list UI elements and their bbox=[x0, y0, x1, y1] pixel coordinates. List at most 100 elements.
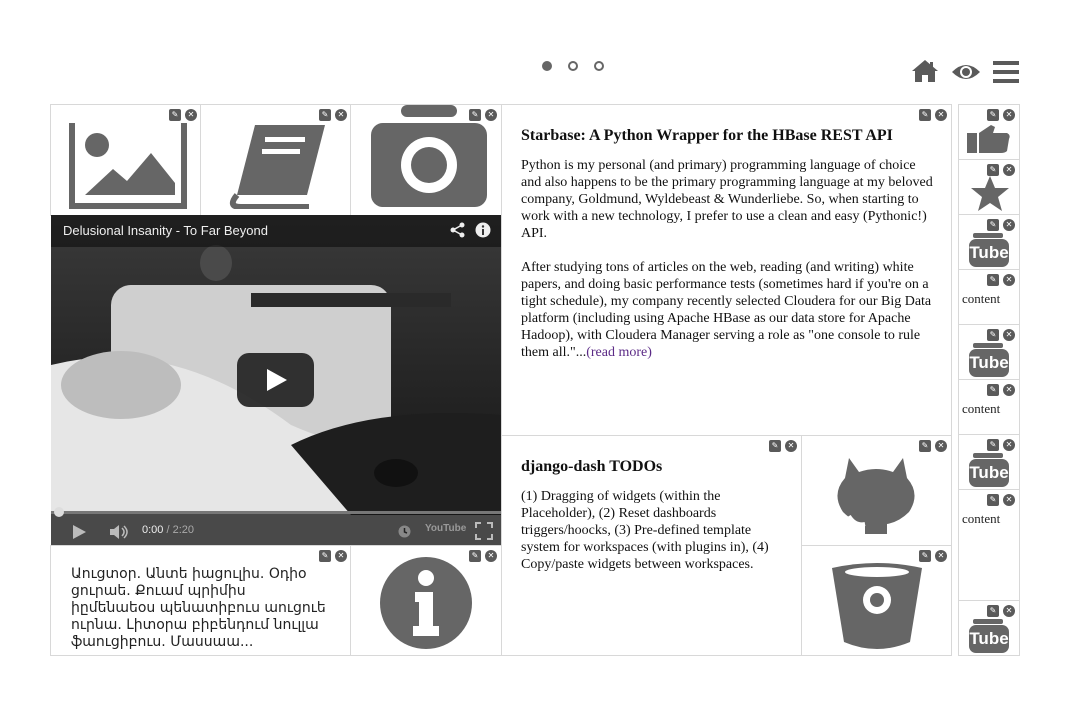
remove-icon[interactable]: ✕ bbox=[1003, 274, 1015, 286]
pager-dot-3[interactable] bbox=[594, 61, 604, 71]
github-icon bbox=[837, 458, 915, 534]
article-body: (1) Dragging of widgets (within the Plac… bbox=[521, 489, 769, 572]
fullscreen-icon[interactable] bbox=[475, 522, 493, 540]
edit-icon[interactable]: ✎ bbox=[987, 219, 999, 231]
remove-icon[interactable]: ✕ bbox=[1003, 439, 1015, 451]
play-button[interactable] bbox=[237, 353, 314, 407]
sidebar-widget-content: ✎ ✕ content bbox=[958, 489, 1020, 601]
star-icon bbox=[971, 176, 1009, 211]
remove-icon[interactable]: ✕ bbox=[785, 440, 797, 452]
edit-icon[interactable]: ✎ bbox=[987, 605, 999, 617]
edit-icon[interactable]: ✎ bbox=[319, 109, 331, 121]
home-icon[interactable] bbox=[911, 58, 939, 89]
pager-dot-2[interactable] bbox=[568, 61, 578, 71]
video-progress-handle[interactable] bbox=[54, 507, 64, 517]
youtube-logo[interactable]: YouTube bbox=[425, 523, 466, 539]
pager-dot-1[interactable] bbox=[542, 61, 552, 71]
youtube-icon: Tube bbox=[969, 343, 1009, 377]
remove-icon[interactable]: ✕ bbox=[1003, 109, 1015, 121]
edit-icon[interactable]: ✎ bbox=[469, 550, 481, 562]
remove-icon[interactable]: ✕ bbox=[335, 550, 347, 562]
sidebar-widget-content: ✎ ✕ content bbox=[958, 379, 1020, 435]
widget-bitbucket: ✎ ✕ bbox=[801, 545, 952, 656]
remove-icon[interactable]: ✕ bbox=[1003, 384, 1015, 396]
edit-icon[interactable]: ✎ bbox=[469, 109, 481, 121]
remove-icon[interactable]: ✕ bbox=[935, 440, 947, 452]
widget-article-todos: ✎ ✕ django-dash TODOs (1) Dragging of wid… bbox=[501, 435, 802, 656]
edit-icon[interactable]: ✎ bbox=[987, 274, 999, 286]
content-label: content bbox=[962, 511, 1001, 526]
edit-icon[interactable]: ✎ bbox=[987, 439, 999, 451]
widget-book: ✎ ✕ bbox=[200, 104, 351, 216]
read-more-link[interactable]: (read more) bbox=[586, 345, 652, 360]
share-icon[interactable] bbox=[450, 222, 466, 238]
widget-article-starbase: ✎ ✕ Starbase: A Python Wrapper for the HB… bbox=[501, 104, 952, 436]
remove-icon[interactable]: ✕ bbox=[1003, 494, 1015, 506]
content-label: content bbox=[962, 401, 1001, 416]
book-icon bbox=[229, 125, 325, 209]
edit-icon[interactable]: ✎ bbox=[169, 109, 181, 121]
article-paragraph-1: Python is my personal (and primary) prog… bbox=[521, 158, 933, 241]
youtube-icon-label: Tube bbox=[969, 625, 1009, 653]
widget-image: ✎ ✕ bbox=[50, 104, 201, 216]
sidebar-widget-youtube: ✎ ✕ Tube bbox=[958, 434, 1020, 490]
edit-icon[interactable]: ✎ bbox=[919, 440, 931, 452]
edit-icon[interactable]: ✎ bbox=[987, 329, 999, 341]
remove-icon[interactable]: ✕ bbox=[485, 109, 497, 121]
remove-icon[interactable]: ✕ bbox=[1003, 329, 1015, 341]
sidebar-widget-youtube: ✎ ✕ Tube bbox=[958, 600, 1020, 656]
video-time-current: 0:00 bbox=[142, 524, 164, 536]
info-circle-icon bbox=[380, 557, 472, 649]
article-paragraph-2: After studying tons of articles on the w… bbox=[521, 259, 933, 361]
remove-icon[interactable]: ✕ bbox=[1003, 605, 1015, 617]
video-time-total: 2:20 bbox=[172, 524, 195, 536]
edit-icon[interactable]: ✎ bbox=[919, 550, 931, 562]
edit-icon[interactable]: ✎ bbox=[987, 384, 999, 396]
youtube-icon: Tube bbox=[969, 453, 1009, 487]
watch-later-icon[interactable] bbox=[398, 525, 411, 538]
edit-icon[interactable]: ✎ bbox=[987, 109, 999, 121]
video-time: 0:00 / 2:20 bbox=[142, 524, 194, 536]
edit-icon[interactable]: ✎ bbox=[769, 440, 781, 452]
youtube-icon-label: Tube bbox=[969, 459, 1009, 487]
sidebar-widget-youtube: ✎ ✕ Tube bbox=[958, 324, 1020, 380]
remove-icon[interactable]: ✕ bbox=[335, 109, 347, 121]
thumbs-up-icon bbox=[967, 125, 1010, 153]
edit-icon[interactable]: ✎ bbox=[319, 550, 331, 562]
info-icon[interactable] bbox=[475, 222, 491, 238]
youtube-icon: Tube bbox=[969, 233, 1009, 267]
content-label: content bbox=[962, 291, 1001, 306]
play-small-icon[interactable] bbox=[71, 524, 87, 540]
youtube-icon: Tube bbox=[969, 619, 1009, 653]
sidebar-widget-thumb: ✎ ✕ bbox=[958, 104, 1020, 160]
remove-icon[interactable]: ✕ bbox=[1003, 219, 1015, 231]
remove-icon[interactable]: ✕ bbox=[1003, 164, 1015, 176]
widget-text: ✎ ✕ Աուցտօր. Անտե իացուլիս. Օդիօ ցուրաե. … bbox=[50, 545, 351, 656]
remove-icon[interactable]: ✕ bbox=[935, 109, 947, 121]
widget-github: ✎ ✕ bbox=[801, 435, 952, 546]
edit-icon[interactable]: ✎ bbox=[919, 109, 931, 121]
video-progress-track[interactable] bbox=[51, 511, 501, 514]
remove-icon[interactable]: ✕ bbox=[935, 550, 947, 562]
article-paragraph-2-text: After studying tons of articles on the w… bbox=[521, 260, 932, 360]
widget-camera: ✎ ✕ bbox=[350, 104, 502, 216]
play-icon bbox=[267, 369, 287, 391]
article-title: django-dash TODOs bbox=[521, 458, 663, 475]
menu-icon[interactable] bbox=[993, 60, 1019, 89]
remove-icon[interactable]: ✕ bbox=[185, 109, 197, 121]
remove-icon[interactable]: ✕ bbox=[485, 550, 497, 562]
youtube-icon-label: Tube bbox=[969, 239, 1009, 267]
widget-info: ✎ ✕ bbox=[350, 545, 502, 656]
video-title[interactable]: Delusional Insanity - To Far Beyond bbox=[63, 223, 268, 238]
eye-icon[interactable] bbox=[951, 60, 981, 89]
image-icon bbox=[69, 123, 187, 209]
video-time-separator: / bbox=[163, 524, 173, 536]
edit-icon[interactable]: ✎ bbox=[987, 164, 999, 176]
youtube-icon-label: Tube bbox=[969, 349, 1009, 377]
sidebar-widget-youtube: ✎ ✕ Tube bbox=[958, 214, 1020, 270]
volume-icon[interactable] bbox=[109, 524, 131, 540]
sidebar-widget-star: ✎ ✕ bbox=[958, 159, 1020, 215]
sidebar-widget-content: ✎ ✕ content bbox=[958, 269, 1020, 325]
edit-icon[interactable]: ✎ bbox=[987, 494, 999, 506]
video-player[interactable]: Delusional Insanity - To Far Beyond 0:00… bbox=[51, 215, 501, 545]
